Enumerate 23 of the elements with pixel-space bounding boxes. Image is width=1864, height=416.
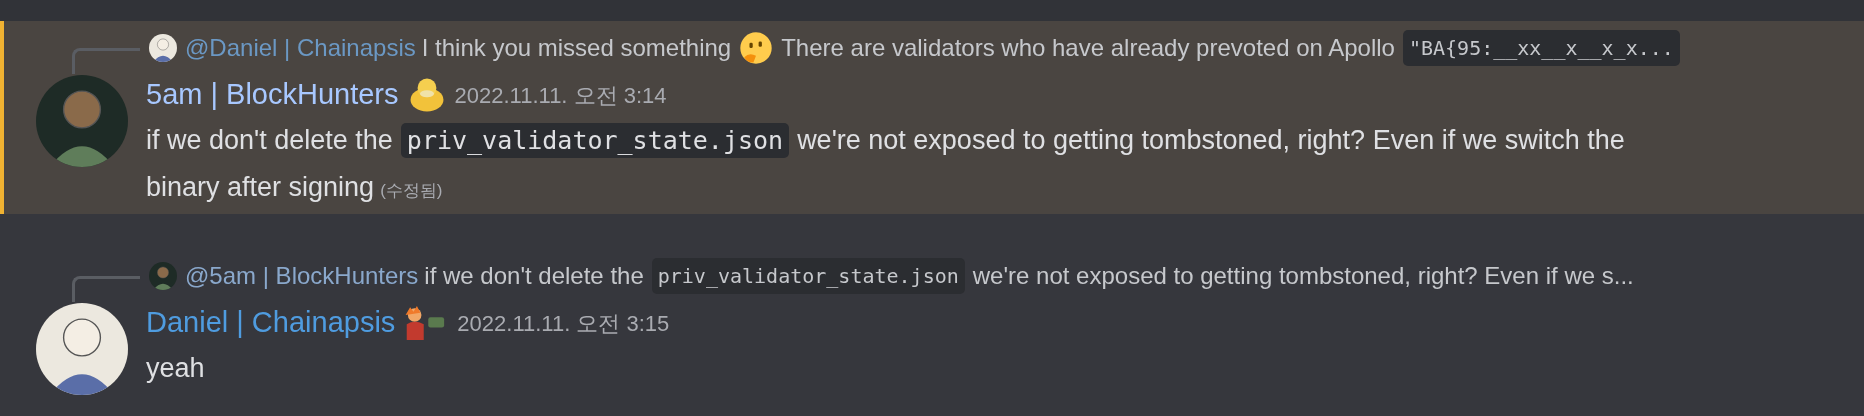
reply-author[interactable]: @5am | BlockHunters bbox=[185, 258, 419, 294]
author-name[interactable]: Daniel | Chainapsis bbox=[146, 301, 396, 345]
reply-preview: we're not exposed to getting tombstoned, right? Even if we s... bbox=[972, 261, 1634, 291]
reply-preview: There are validators who have already prevoted on Apollo bbox=[781, 33, 1395, 63]
message-text: yeah bbox=[146, 353, 205, 383]
reply-preview: if we don't delete the bbox=[424, 261, 644, 291]
reply-author[interactable]: @Daniel | Chainapsis bbox=[185, 30, 416, 66]
inline-code: priv_validator_state.json bbox=[651, 258, 965, 294]
inline-code: priv_validator_state.json bbox=[400, 123, 790, 158]
timestamp: 2022.11.11. 오전 3:15 bbox=[457, 309, 670, 338]
timestamp: 2022.11.11. 오전 3:14 bbox=[454, 81, 667, 110]
message-text: if we don't delete the bbox=[146, 125, 393, 155]
reply-connector bbox=[72, 48, 140, 74]
reply-avatar[interactable] bbox=[149, 262, 177, 290]
author-name[interactable]: 5am | BlockHunters bbox=[146, 73, 399, 117]
message-text: we're not exposed to getting tombstoned, right? Even if we switch the bbox=[797, 125, 1625, 155]
reply-preview: I think you missed something bbox=[421, 33, 732, 63]
message-text: binary after signing bbox=[146, 172, 375, 202]
reply-connector bbox=[72, 276, 140, 302]
thinking-emoji-icon bbox=[739, 31, 774, 65]
edited-label: (수정됨) bbox=[380, 181, 443, 200]
inline-code: "BA{95:__xx__x__x_x... bbox=[1402, 30, 1680, 66]
reply-avatar[interactable] bbox=[149, 34, 177, 62]
